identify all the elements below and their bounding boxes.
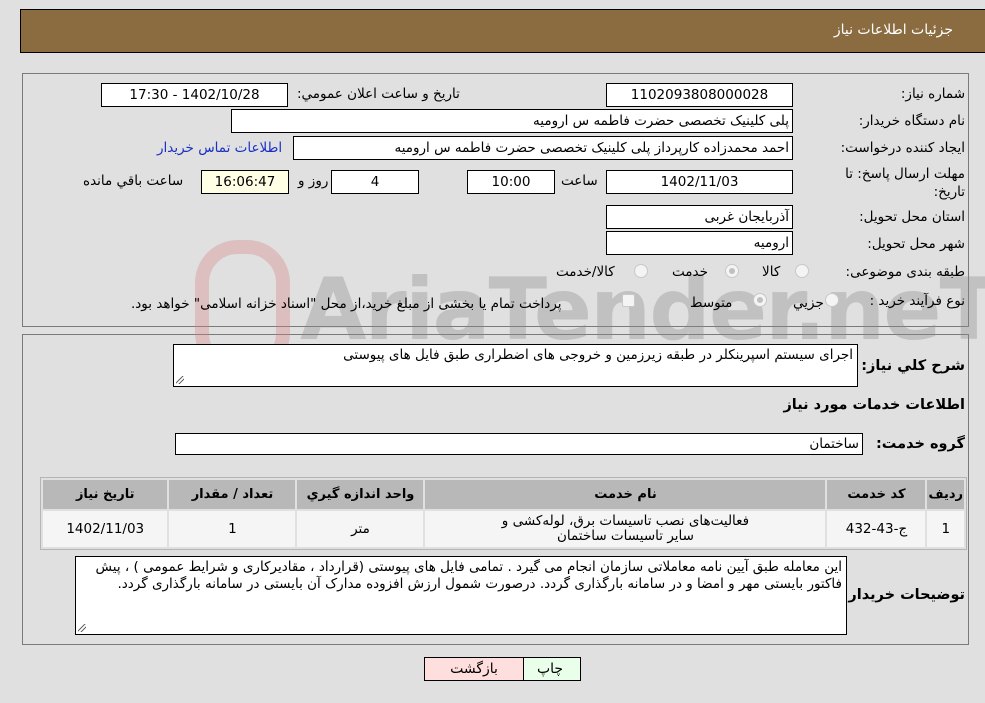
cell-need-date: 1402/11/03: [43, 511, 168, 547]
deadline-label: مهلت ارسال پاسخ: تا تاریخ:: [845, 166, 965, 200]
remaining-time-label: ساعت باقي مانده: [83, 173, 184, 189]
cell-service-code: ج-43-432: [827, 511, 926, 547]
description-text: اجرای سیستم اسپرینکلر در طبقه زیرزمین و …: [343, 347, 853, 363]
requester-field[interactable]: احمد محمدزاده کارپرداز پلی کلینیک تخصصی …: [293, 136, 793, 160]
resize-grip-icon[interactable]: [176, 376, 184, 384]
service-group-label: گروه خدمت:: [875, 436, 965, 452]
cell-quantity: 1: [169, 511, 296, 547]
cell-unit: متر: [297, 511, 424, 547]
deadline-time-label: ساعت: [561, 173, 598, 189]
print-button[interactable]: چاپ: [519, 657, 581, 681]
days-label: روز و: [298, 173, 329, 189]
province-label: استان محل تحویل:: [859, 209, 965, 225]
cell-row-number: 1: [927, 511, 964, 547]
deadline-time-field[interactable]: 10:00: [467, 170, 555, 194]
purchase-option-medium: متوسط: [690, 295, 733, 311]
category-option-goods: کالا: [762, 264, 781, 280]
treasury-note: پرداخت تمام یا بخشی از مبلغ خرید،از محل …: [131, 296, 562, 312]
city-label: شهر محل تحویل:: [867, 236, 965, 252]
remaining-days-field[interactable]: 4: [331, 170, 419, 194]
services-table-header: رديف کد خدمت نام خدمت واحد اندازه گيري ت…: [43, 480, 964, 509]
remaining-time-field: 16:06:47: [201, 170, 289, 194]
page-title: جزئیات اطلاعات نیاز: [833, 22, 953, 38]
buyer-notes-label: توضيحات خريدار:: [842, 587, 965, 603]
city-field[interactable]: ارومیه: [606, 231, 793, 255]
resize-grip-icon[interactable]: [78, 624, 86, 632]
table-row: 1 ج-43-432 فعالیت‌های نصب تاسیسات برق، ل…: [43, 511, 964, 547]
category-radio-goods-service[interactable]: [634, 264, 648, 278]
col-unit: واحد اندازه گيري: [297, 480, 424, 509]
col-service-code: کد خدمت: [827, 480, 926, 509]
requester-label: ايجاد کننده درخواست:: [840, 140, 965, 156]
col-row-number: رديف: [927, 480, 964, 509]
col-service-name: نام خدمت: [425, 480, 826, 509]
category-label: طبقه بندی موضوعی:: [845, 264, 965, 280]
cell-service-name: فعالیت‌های نصب تاسیسات برق، لوله‌کشی و س…: [425, 511, 826, 547]
services-section-title: اطلاعات خدمات مورد نياز: [783, 397, 965, 413]
category-option-service: خدمت: [672, 264, 708, 280]
purchase-type-label: نوع فرآیند خرید :: [869, 293, 965, 309]
announce-datetime-label: تاریخ و ساعت اعلان عمومي:: [297, 86, 460, 102]
buyer-contact-link[interactable]: اطلاعات تماس خریدار: [157, 140, 282, 156]
purchase-radio-medium[interactable]: [753, 293, 767, 307]
category-option-goods-service: کالا/خدمت: [556, 264, 615, 280]
col-need-date: تاريخ نياز: [43, 480, 168, 509]
back-button[interactable]: بازگشت: [424, 657, 524, 681]
province-field[interactable]: آذربایجان غربی: [606, 205, 793, 229]
purchase-radio-minor[interactable]: [825, 293, 839, 307]
description-label: شرح کلي نياز:: [861, 358, 965, 374]
service-group-field[interactable]: ساختمان: [175, 433, 863, 455]
announce-datetime-field[interactable]: 1402/10/28 - 17:30: [101, 83, 288, 107]
purchase-option-minor: جزيي: [793, 295, 824, 311]
description-textarea[interactable]: اجرای سیستم اسپرینکلر در طبقه زیرزمین و …: [173, 344, 858, 387]
buyer-notes-text: این معامله طبق آیین نامه معاملاتی سازمان…: [95, 559, 842, 592]
page-header: جزئیات اطلاعات نیاز: [20, 9, 985, 53]
services-table: رديف کد خدمت نام خدمت واحد اندازه گيري ت…: [40, 477, 967, 550]
need-number-label: شماره نیاز:: [900, 86, 965, 102]
buyer-org-label: نام دستگاه خريدار:: [858, 113, 965, 129]
need-number-field[interactable]: 1102093808000028: [606, 83, 793, 107]
treasury-checkbox[interactable]: [622, 294, 635, 307]
col-quantity: تعداد / مقدار: [169, 480, 296, 509]
deadline-date-field[interactable]: 1402/11/03: [606, 170, 793, 194]
buyer-notes-textarea[interactable]: این معامله طبق آیین نامه معاملاتی سازمان…: [75, 556, 847, 635]
category-radio-service[interactable]: [725, 264, 739, 278]
category-radio-goods[interactable]: [795, 264, 809, 278]
buyer-org-field[interactable]: پلی کلینیک تخصصی حضرت فاطمه س ارومیه: [231, 109, 793, 133]
